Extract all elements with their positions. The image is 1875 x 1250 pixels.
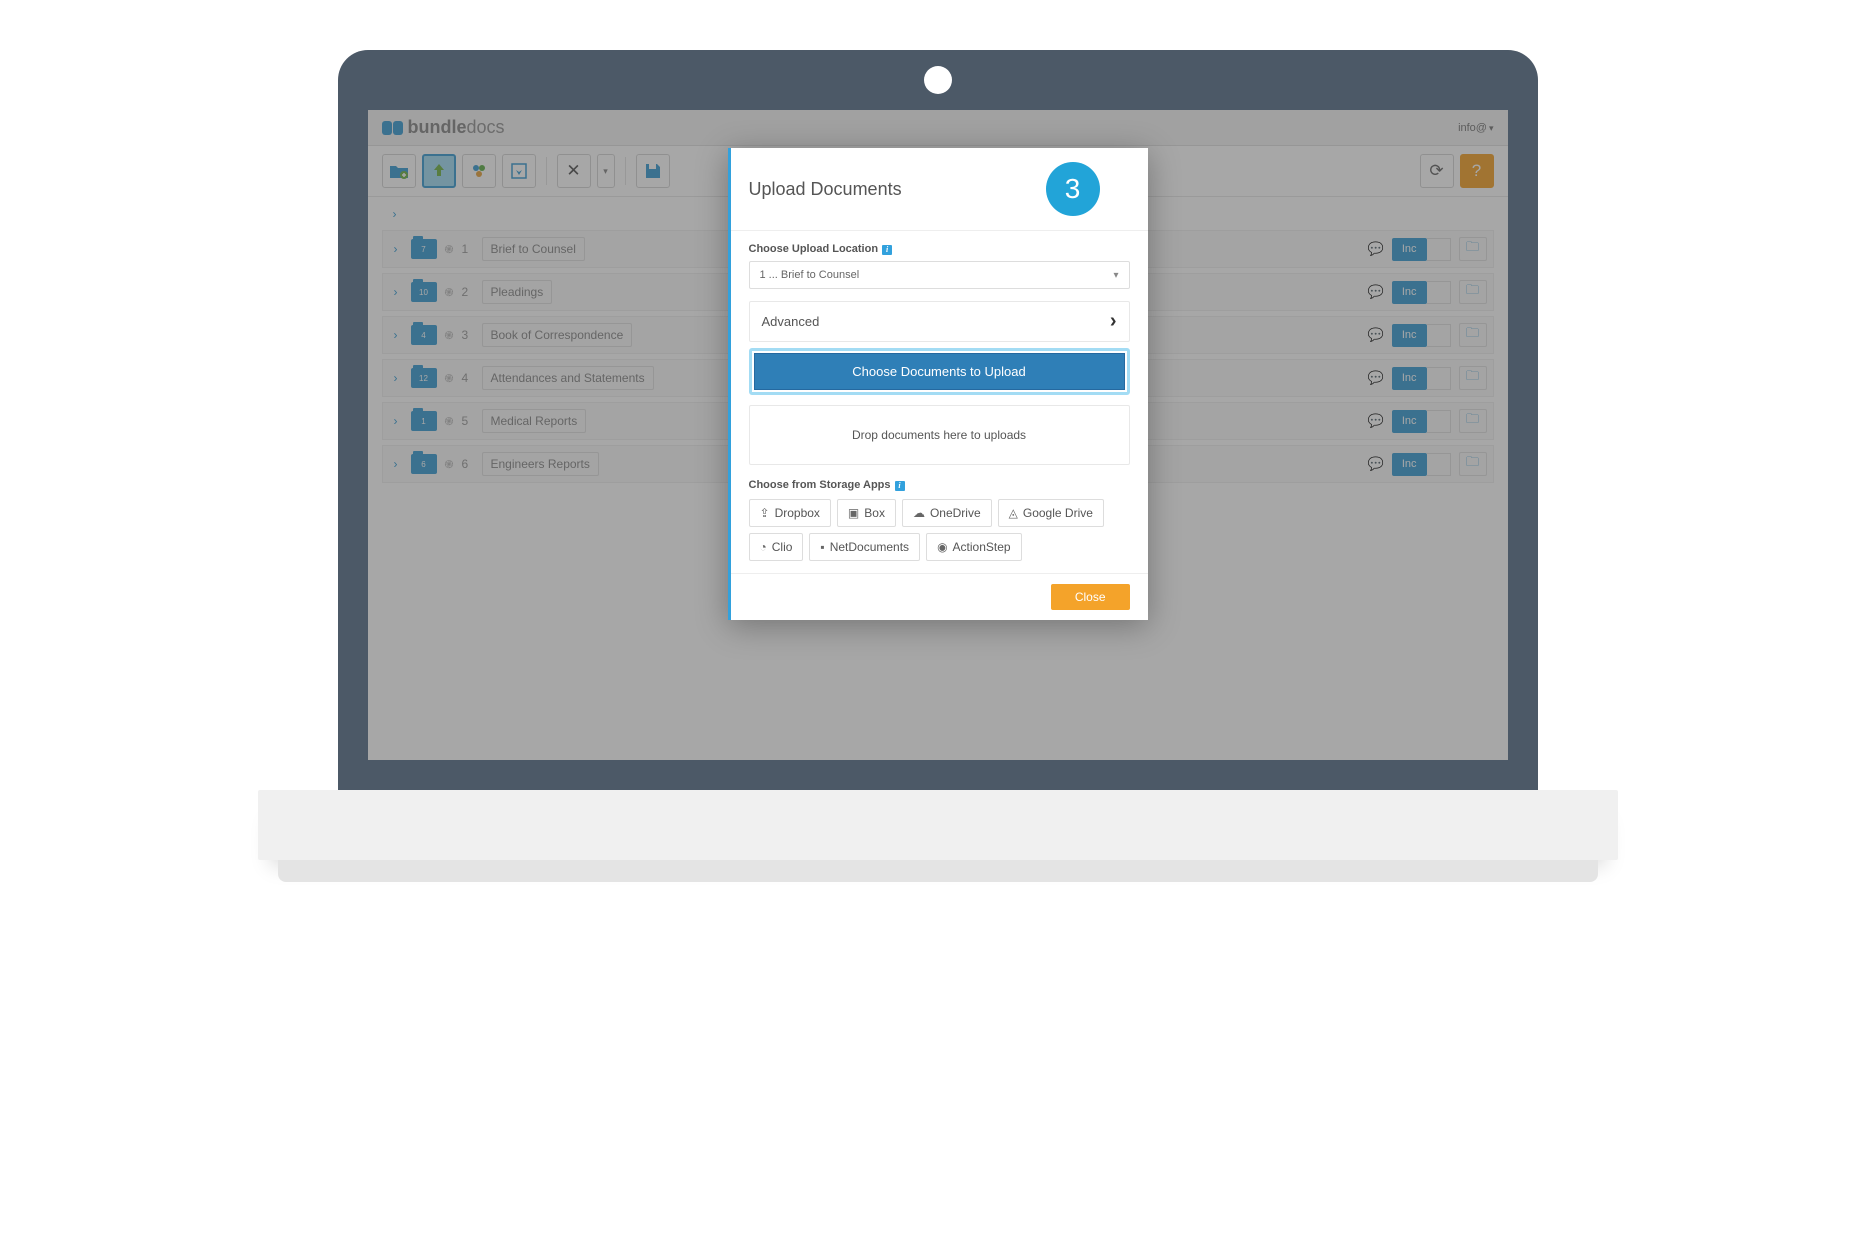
- laptop-base: [258, 790, 1618, 860]
- storage-app-onedrive[interactable]: ☁ OneDrive: [902, 499, 992, 527]
- upload-modal: Upload Documents 3 Choose Upload Locatio…: [728, 148, 1148, 620]
- info-icon[interactable]: i: [895, 481, 905, 491]
- choose-documents-button[interactable]: Choose Documents to Upload: [754, 353, 1125, 390]
- app-icon: ▣: [848, 506, 859, 520]
- apps-label: Choose from Storage Appsi: [749, 479, 1130, 491]
- modal-footer: Close: [731, 573, 1148, 620]
- close-button[interactable]: Close: [1051, 584, 1130, 610]
- app-label: NetDocuments: [830, 540, 909, 554]
- app-icon: ◔: [760, 540, 767, 554]
- screen-bezel: bundledocs info@ ✕ ▾ ⟳ ? ›: [338, 50, 1538, 790]
- storage-app-netdocuments[interactable]: ▪ NetDocuments: [809, 533, 920, 561]
- storage-app-box[interactable]: ▣ Box: [837, 499, 896, 527]
- modal-header: Upload Documents 3: [731, 148, 1148, 231]
- camera-dot: [924, 66, 952, 94]
- app-icon: ◉: [937, 540, 947, 554]
- step-badge: 3: [1046, 162, 1100, 216]
- modal-body: Choose Upload Locationi 1 ... Brief to C…: [731, 231, 1148, 573]
- location-label: Choose Upload Locationi: [749, 243, 1130, 255]
- app-label: Google Drive: [1023, 506, 1093, 520]
- info-icon[interactable]: i: [882, 245, 892, 255]
- app-label: Box: [864, 506, 885, 520]
- storage-app-clio[interactable]: ◔ Clio: [749, 533, 804, 561]
- app-label: Dropbox: [775, 506, 820, 520]
- storage-apps: ⇪ Dropbox ▣ Box ☁ OneDrive ◬ Google Drive ◔ Clio ▪…: [749, 499, 1130, 561]
- drop-zone[interactable]: Drop documents here to uploads: [749, 405, 1130, 465]
- app-icon: ◬: [1009, 506, 1018, 520]
- upload-highlight: Choose Documents to Upload: [749, 348, 1130, 395]
- storage-app-actionstep[interactable]: ◉ ActionStep: [926, 533, 1022, 561]
- laptop-base-edge: [278, 860, 1598, 882]
- modal-overlay: Upload Documents 3 Choose Upload Locatio…: [368, 110, 1508, 760]
- app-label: Clio: [772, 540, 793, 554]
- storage-app-dropbox[interactable]: ⇪ Dropbox: [749, 499, 831, 527]
- app-label: OneDrive: [930, 506, 981, 520]
- laptop-frame: bundledocs info@ ✕ ▾ ⟳ ? ›: [338, 50, 1538, 882]
- storage-app-googledrive[interactable]: ◬ Google Drive: [998, 499, 1104, 527]
- screen: bundledocs info@ ✕ ▾ ⟳ ? ›: [368, 110, 1508, 760]
- location-select[interactable]: 1 ... Brief to Counsel: [749, 261, 1130, 289]
- app-icon: ☁: [913, 506, 925, 520]
- advanced-toggle[interactable]: Advanced: [749, 301, 1130, 342]
- app-icon: ▪: [820, 540, 824, 554]
- app-icon: ⇪: [760, 506, 770, 520]
- modal-title: Upload Documents: [749, 179, 902, 200]
- app-label: ActionStep: [953, 540, 1011, 554]
